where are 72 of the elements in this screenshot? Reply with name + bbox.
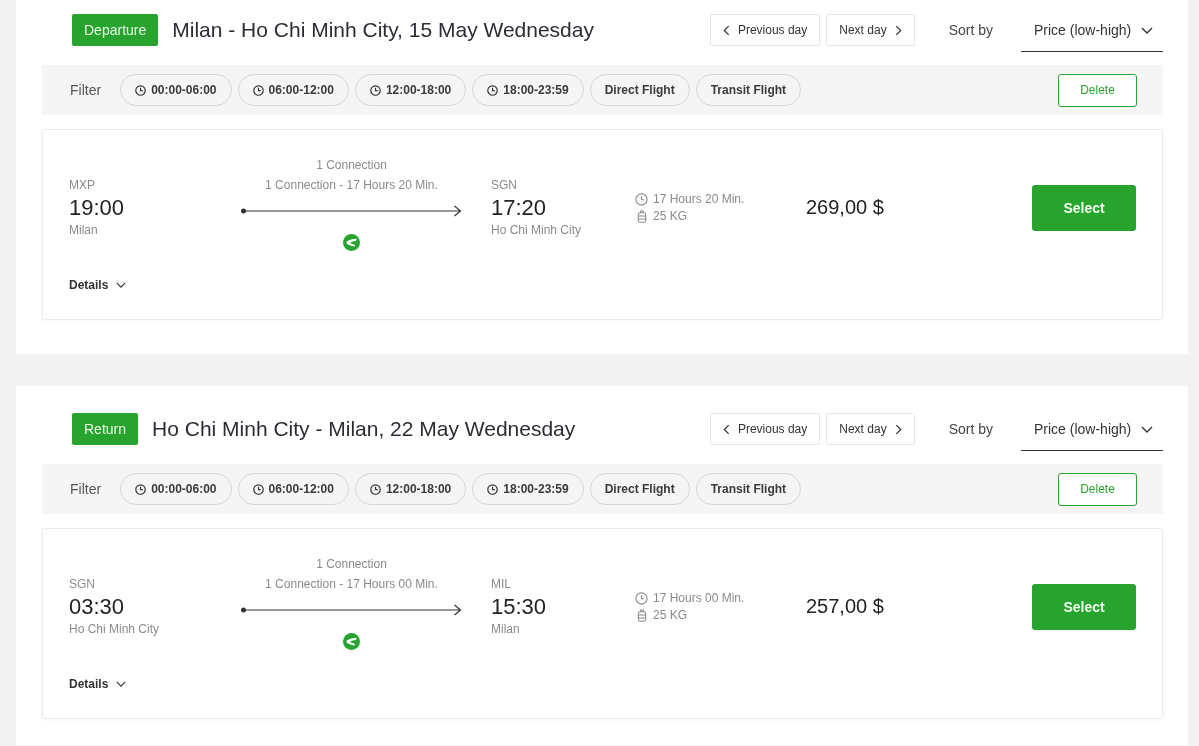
connection-count: 1 Connection [316,157,387,174]
chevron-right-icon [894,423,902,435]
city-name: Ho Chi Minh City [491,222,583,238]
sort-label: Sort by [948,21,993,40]
chevron-down-icon [1141,27,1153,34]
filter-chip[interactable]: 06:00-12:00 [237,74,349,106]
chevron-left-icon [722,423,730,435]
next-day-button[interactable]: Next day [826,413,915,445]
filter-chip[interactable]: 06:00-12:00 [237,473,349,505]
filter-label: Filter [70,481,102,497]
clock-icon [635,192,648,206]
filter-chip[interactable]: 12:00-18:00 [354,74,467,106]
filter-chip[interactable]: 18:00-23:59 [472,473,584,505]
filter-chip[interactable]: 00:00-06:00 [120,473,232,505]
chevron-left-icon [722,24,730,36]
previous-day-button[interactable]: Previous day [709,14,821,46]
baggage-allowance: 25 KG [653,209,688,223]
clock-icon [135,483,147,495]
route-title: Milan - Ho Chi Minh City, 15 May Wednesday [172,17,595,43]
clock-icon [252,84,264,96]
chevron-down-icon [116,681,127,687]
sort-label: Sort by [948,420,993,439]
departure-time: 03:30 [69,593,126,621]
previous-day-button[interactable]: Previous day [709,413,821,445]
filter-chip[interactable]: Direct Flight [589,473,690,505]
details-toggle[interactable]: Details [69,676,127,692]
flight-duration: 17 Hours 00 Min. [653,591,745,605]
airport-code: SGN [69,576,96,592]
filter-chip[interactable]: Transit Flight [695,74,802,106]
airport-code: SGN [491,177,518,193]
connection-summary: 1 Connection - 17 Hours 00 Min. [265,576,438,593]
arrival-time: 17:20 [491,194,548,222]
details-toggle[interactable]: Details [69,277,127,293]
leg-badge: Return [72,413,139,445]
filter-chip[interactable]: 00:00-06:00 [120,74,232,106]
clock-icon [369,84,381,96]
swoosh-logo-icon [343,633,360,650]
route-title: Ho Chi Minh City - Milan, 22 May Wednesday [152,416,577,442]
chevron-right-icon [894,24,902,36]
airport-code: MXP [69,177,96,193]
clock-icon [635,591,648,605]
connection-count: 1 Connection [316,556,387,573]
next-day-button[interactable]: Next day [826,14,915,46]
clock-icon [369,483,381,495]
flight-duration: 17 Hours 20 Min. [653,192,745,206]
arrival-time: 15:30 [491,593,548,621]
luggage-icon [637,209,647,223]
swoosh-logo-icon [343,234,360,251]
sort-dropdown[interactable]: Price (low-high) [1021,14,1163,52]
city-name: Milan [69,222,99,238]
city-name: Ho Chi Minh City [69,621,161,637]
leg-badge: Departure [72,14,159,46]
airport-code: MIL [491,576,512,592]
filter-chip[interactable]: 12:00-18:00 [354,473,467,505]
city-name: Milan [491,621,521,637]
filter-label: Filter [70,82,102,98]
clock-icon [252,483,264,495]
clock-icon [487,483,499,495]
clock-icon [135,84,147,96]
baggage-allowance: 25 KG [653,608,688,622]
filter-chip[interactable]: 18:00-23:59 [472,74,584,106]
luggage-icon [637,608,647,622]
clock-icon [487,84,499,96]
filter-chip[interactable]: Transit Flight [695,473,802,505]
sort-dropdown[interactable]: Price (low-high) [1021,413,1163,451]
price: 257,00 $ [806,595,885,618]
departure-time: 19:00 [69,194,126,222]
connection-summary: 1 Connection - 17 Hours 20 Min. [265,177,438,194]
filter-chip[interactable]: Direct Flight [589,74,690,106]
price: 269,00 $ [806,196,885,219]
chevron-down-icon [116,282,127,288]
chevron-down-icon [1141,426,1153,433]
